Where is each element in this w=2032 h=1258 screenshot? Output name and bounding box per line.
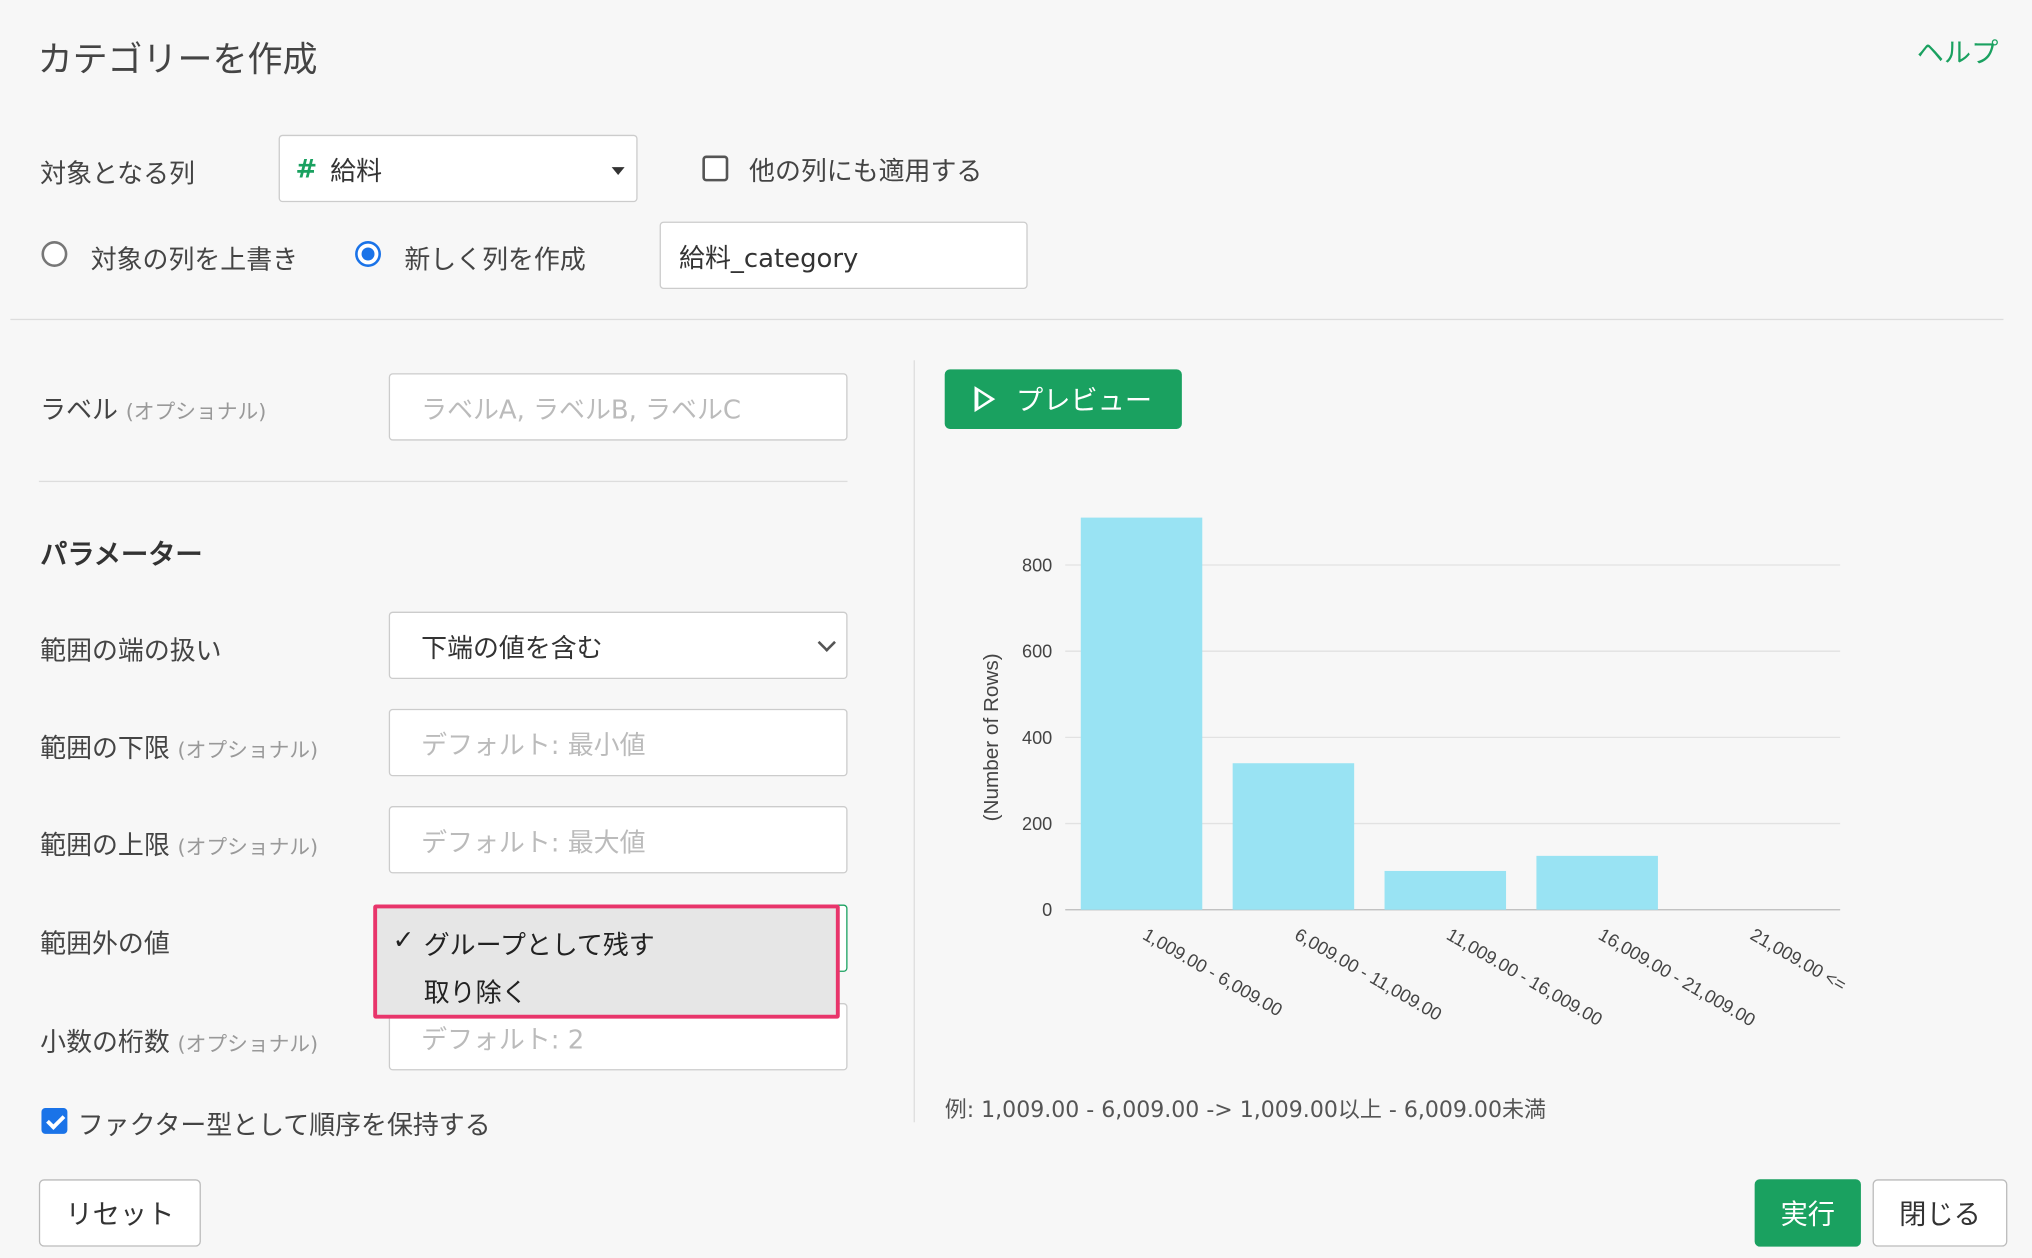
optional-tag: (オプショナル) bbox=[177, 1031, 319, 1057]
label-input-placeholder: ラベルA, ラベルB, ラベルC bbox=[421, 393, 741, 425]
overwrite-label: 対象の列を上書き bbox=[90, 243, 299, 275]
edge-select-value: 下端の値を含む bbox=[421, 631, 603, 663]
numeric-column-icon: # bbox=[295, 152, 318, 185]
caret-down-icon bbox=[611, 167, 625, 175]
params-heading: パラメーター bbox=[40, 539, 203, 571]
bar bbox=[1384, 870, 1507, 910]
optional-tag: (オプショナル) bbox=[125, 399, 267, 424]
y-tick-label: 800 bbox=[1022, 555, 1052, 575]
help-link[interactable]: ヘルプ bbox=[1917, 32, 1999, 71]
factor-label: ファクター型として順序を保持する bbox=[77, 1109, 491, 1141]
apply-others-label: 他の列にも適用する bbox=[749, 155, 983, 187]
new-column-radio[interactable] bbox=[355, 241, 381, 267]
target-column-select[interactable]: # 給料 bbox=[278, 134, 638, 203]
category-dialog: カテゴリーを作成 ヘルプ 対象となる列 # 給料 他の列にも適用する 対象の列を… bbox=[0, 0, 2032, 1258]
preview-note: 例: 1,009.00 - 6,009.00 -> 1,009.00以上 - 6… bbox=[944, 1097, 1547, 1124]
new-column-name-input[interactable]: 給料_category bbox=[659, 221, 1028, 289]
apply-others-checkbox[interactable] bbox=[702, 155, 729, 182]
play-icon bbox=[974, 386, 996, 413]
close-button[interactable]: 閉じる bbox=[1872, 1179, 2008, 1247]
divider bbox=[38, 480, 848, 483]
y-axis-label: (Number of Rows) bbox=[980, 653, 1003, 821]
x-tick-label: 21,009.00 <= bbox=[1747, 924, 1850, 995]
upper-label-text: 範囲の上限 bbox=[40, 829, 170, 861]
target-column-value: 給料 bbox=[330, 154, 382, 186]
bar bbox=[1232, 763, 1355, 910]
x-tick-label: 6,009.00 - 11,009.00 bbox=[1291, 924, 1445, 1024]
chevron-down-icon bbox=[817, 633, 836, 652]
edge-label: 範囲の端の扱い bbox=[40, 634, 222, 667]
x-tick-label: 16,009.00 - 21,009.00 bbox=[1595, 924, 1759, 1030]
lower-label-text: 範囲の下限 bbox=[40, 732, 170, 764]
upper-input[interactable]: デフォルト: 最大値 bbox=[388, 806, 848, 874]
decimals-label: 小数の桁数 (オプショナル) bbox=[40, 1021, 318, 1059]
lower-label: 範囲の下限 (オプショナル) bbox=[40, 727, 318, 765]
edge-select[interactable]: 下端の値を含む bbox=[388, 611, 848, 680]
target-column-label: 対象となる列 bbox=[40, 158, 195, 190]
label-input[interactable]: ラベルA, ラベルB, ラベルC bbox=[388, 373, 848, 441]
lower-input[interactable]: デフォルト: 最小値 bbox=[388, 708, 848, 777]
label-field-text: ラベル bbox=[40, 393, 118, 426]
dropdown-option-remove[interactable]: 取り除く bbox=[424, 972, 528, 1010]
decimals-input-placeholder: デフォルト: 2 bbox=[421, 1023, 585, 1055]
factor-checkbox[interactable] bbox=[41, 1107, 68, 1134]
bar bbox=[1080, 517, 1203, 910]
overwrite-radio[interactable] bbox=[41, 241, 68, 267]
upper-input-placeholder: デフォルト: 最大値 bbox=[421, 826, 646, 858]
divider bbox=[10, 318, 2004, 321]
lower-input-placeholder: デフォルト: 最小値 bbox=[421, 728, 646, 761]
label-field-label: ラベル (オプショナル) bbox=[40, 389, 266, 427]
bar bbox=[1536, 855, 1658, 910]
optional-tag: (オプショナル) bbox=[177, 834, 319, 860]
x-tick-label: 1,009.00 - 6,009.00 bbox=[1140, 924, 1286, 1020]
vertical-divider bbox=[913, 360, 915, 1123]
new-column-label: 新しく列を作成 bbox=[404, 243, 586, 275]
y-tick-label: 0 bbox=[1042, 900, 1052, 920]
outside-dropdown-menu: ✓ グループとして残す 取り除く bbox=[373, 904, 840, 1019]
checkmark-icon: ✓ bbox=[392, 923, 415, 956]
decimals-label-text: 小数の桁数 bbox=[40, 1026, 170, 1058]
run-button[interactable]: 実行 bbox=[1754, 1179, 1861, 1247]
preview-button[interactable]: プレビュー bbox=[944, 369, 1182, 429]
y-tick-label: 600 bbox=[1022, 642, 1052, 662]
outside-label: 範囲外の値 bbox=[40, 927, 170, 959]
optional-tag: (オプショナル) bbox=[177, 737, 319, 762]
dialog-title: カテゴリーを作成 bbox=[37, 40, 318, 81]
preview-button-label: プレビュー bbox=[1015, 384, 1153, 416]
dropdown-option-keep[interactable]: グループとして残す bbox=[424, 924, 655, 962]
y-tick-label: 400 bbox=[1022, 728, 1052, 748]
y-tick-label: 200 bbox=[1022, 814, 1052, 834]
histogram-chart: 0 200 400 600 800 (Number of Rows) 1,009.00 - … bbox=[980, 517, 1850, 1030]
new-column-name-value: 給料_category bbox=[679, 241, 859, 273]
upper-label: 範囲の上限 (オプショナル) bbox=[40, 824, 318, 862]
x-tick-label: 11,009.00 - 16,009.00 bbox=[1443, 924, 1605, 1029]
reset-button[interactable]: リセット bbox=[38, 1179, 201, 1247]
